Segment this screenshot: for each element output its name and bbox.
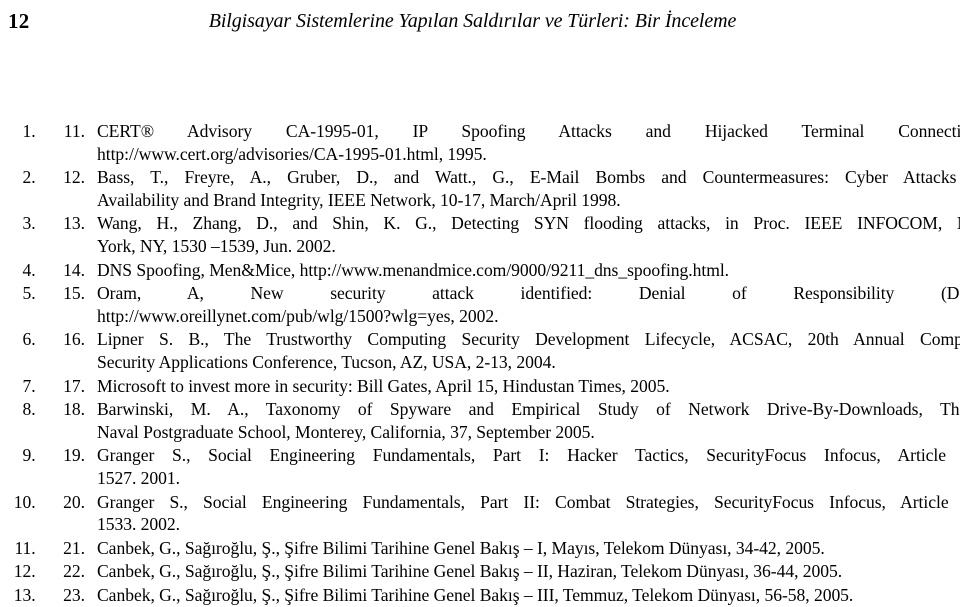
reference-line: Bass, T., Freyre, A., Gruber, D., and Wa… <box>97 167 960 188</box>
reference-entry: 15. Oram, A, New security attack identifi… <box>40 282 960 327</box>
reference-text: Canbek, G., Sağıroğlu, Ş., Şifre Bilimi … <box>97 537 960 560</box>
reference-text: Oram, A, New security attack identified:… <box>97 282 960 327</box>
reference-line: Canbek, G., Sağıroğlu, Ş., Şifre Bilimi … <box>97 537 825 558</box>
reference-line: Oram, A, New security attack identified:… <box>97 283 960 304</box>
reference-entry: 23. Canbek, G., Sağıroğlu, Ş., Şifre Bili… <box>40 584 960 607</box>
reference-text: Granger S., Social Engineering Fundament… <box>97 444 960 489</box>
reference-text: CERT® Advisory CA-1995-01, IP Spoofing A… <box>97 120 960 165</box>
reference-line: Granger S., Social Engineering Fundament… <box>97 491 960 512</box>
running-title: Bilgisayar Sistemlerine Yapılan Saldırıl… <box>208 10 737 32</box>
reference-text: Canbek, G., Sağıroğlu, Ş., Şifre Bilimi … <box>97 584 960 607</box>
reference-line: http://www.cert.org/advisories/CA-1995-0… <box>97 143 487 164</box>
reference-text: Bass, T., Freyre, A., Gruber, D., and Wa… <box>97 166 960 211</box>
reference-line: York, NY, 1530 –1539, Jun. 2002. <box>97 235 336 256</box>
reference-text: Wang, H., Zhang, D., and Shin, K. G., De… <box>97 212 960 257</box>
reference-number: 15. <box>63 283 85 304</box>
reference-line: Granger S., Social Engineering Fundament… <box>97 445 960 466</box>
reference-line: Lipner S. B., The Trustworthy Computing … <box>97 329 960 350</box>
reference-line: 1533. 2002. <box>97 514 181 535</box>
reference-entry: 19. Granger S., Social Engineering Fundam… <box>40 444 960 489</box>
reference-text: DNS Spoofing, Men&Mice, http://www.menan… <box>97 259 960 282</box>
reference-entry: 12. Bass, T., Freyre, A., Gruber, D., and… <box>40 166 960 211</box>
reference-line: 1527. 2001. <box>97 467 181 488</box>
reference-number: 17. <box>63 375 85 396</box>
reference-number: 13. <box>63 213 85 234</box>
reference-line: Microsoft to invest more in security: Bi… <box>97 375 670 396</box>
reference-entry: 20. Granger S., Social Engineering Fundam… <box>40 491 960 536</box>
document-page: 12 Bilgisayar Sistemlerine Yapılan Saldı… <box>0 0 960 606</box>
reference-entry: 21. Canbek, G., Sağıroğlu, Ş., Şifre Bili… <box>40 537 960 560</box>
reference-text: Granger S., Social Engineering Fundament… <box>97 491 960 536</box>
reference-list: 11. CERT® Advisory CA-1995-01, IP Spoofin… <box>0 120 960 607</box>
reference-line: Naval Postgraduate School, Monterey, Cal… <box>97 421 595 442</box>
reference-line: Security Applications Conference, Tucson… <box>97 351 556 372</box>
reference-entry: 16. Lipner S. B., The Trustworthy Computi… <box>40 328 960 373</box>
running-header: 12 Bilgisayar Sistemlerine Yapılan Saldı… <box>0 8 960 38</box>
reference-line: Canbek, G., Sağıroğlu, Ş., Şifre Bilimi … <box>97 561 843 582</box>
reference-entry: 11. CERT® Advisory CA-1995-01, IP Spoofin… <box>40 120 960 165</box>
reference-text: Lipner S. B., The Trustworthy Computing … <box>97 328 960 373</box>
reference-number: 11. <box>63 121 85 141</box>
reference-text: Canbek, G., Sağıroğlu, Ş., Şifre Bilimi … <box>97 560 960 583</box>
reference-entry: 17. Microsoft to invest more in security:… <box>40 375 960 398</box>
reference-line: Wang, H., Zhang, D., and Shin, K. G., De… <box>97 213 960 234</box>
reference-text: Microsoft to invest more in security: Bi… <box>97 375 960 398</box>
reference-number: 14. <box>63 259 85 280</box>
reference-entry: 22. Canbek, G., Sağıroğlu, Ş., Şifre Bili… <box>40 560 960 583</box>
reference-text: Barwinski, M. A., Taxonomy of Spyware an… <box>97 398 960 443</box>
reference-number: 19. <box>63 445 85 466</box>
reference-entry: 18. Barwinski, M. A., Taxonomy of Spyware… <box>40 398 960 443</box>
reference-line: CERT® Advisory CA-1995-01, IP Spoofing A… <box>97 121 960 141</box>
reference-number: 23. <box>63 584 85 605</box>
reference-number: 20. <box>63 491 85 512</box>
reference-line: http://www.oreillynet.com/pub/wlg/1500?w… <box>97 305 499 326</box>
reference-number: 16. <box>63 329 85 350</box>
reference-number: 22. <box>63 561 85 582</box>
reference-line: Canbek, G., Sağıroğlu, Ş., Şifre Bilimi … <box>97 584 854 605</box>
reference-entry: 14. DNS Spoofing, Men&Mice, http://www.me… <box>40 259 960 282</box>
reference-line: DNS Spoofing, Men&Mice, http://www.menan… <box>97 259 730 280</box>
reference-number: 18. <box>63 399 85 420</box>
reference-number: 12. <box>63 167 85 188</box>
reference-line: Availability and Brand Integrity, IEEE N… <box>97 189 621 210</box>
reference-entry: 13. Wang, H., Zhang, D., and Shin, K. G.,… <box>40 212 960 257</box>
reference-line: Barwinski, M. A., Taxonomy of Spyware an… <box>97 399 960 420</box>
reference-number: 21. <box>63 537 85 558</box>
